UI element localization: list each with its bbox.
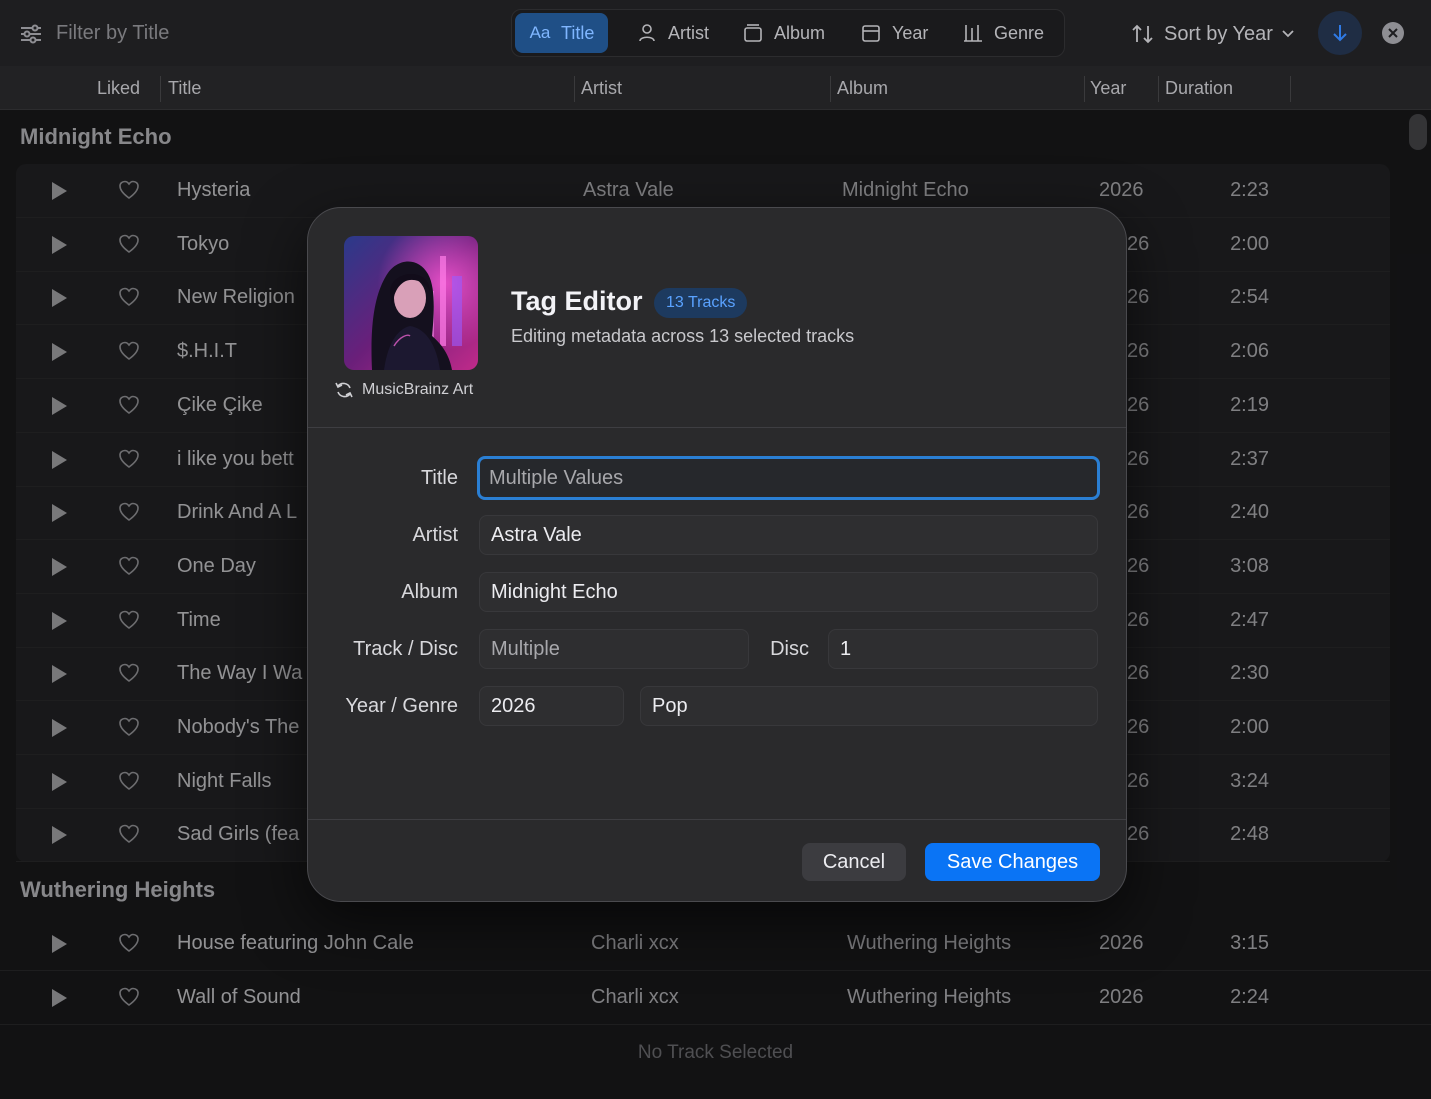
disc-number-field[interactable] <box>828 629 1098 669</box>
artist-field[interactable] <box>479 515 1098 555</box>
text-format-icon: Aa <box>529 23 551 42</box>
segment-genre-label: Genre <box>994 22 1045 43</box>
chevron-down-icon <box>1282 30 1294 38</box>
column-album[interactable]: Album <box>837 78 888 99</box>
genre-icon <box>964 25 982 42</box>
album-artwork[interactable] <box>344 236 478 370</box>
dialog-subtitle: Editing metadata across 13 selected trac… <box>511 326 855 346</box>
artist-label: Artist <box>412 524 458 546</box>
filter-field-segmented-control: Aa Title Artist Album Year Genre <box>511 9 1065 57</box>
sort-menu-button[interactable]: Sort by Year <box>1130 18 1295 50</box>
sort-arrows-icon <box>1132 24 1153 44</box>
dialog-title: Tag Editor <box>511 286 643 316</box>
disc-label: Disc <box>770 638 809 660</box>
arrow-down-icon <box>1333 25 1347 42</box>
filter-icon <box>21 24 41 44</box>
year-field[interactable] <box>479 686 624 726</box>
segment-album[interactable]: Album <box>728 13 839 53</box>
sort-label: Sort by Year <box>1164 22 1273 45</box>
segment-artist[interactable]: Artist <box>622 13 723 53</box>
album-artwork-image <box>344 236 478 370</box>
person-icon <box>639 24 655 42</box>
cancel-button[interactable]: Cancel <box>802 843 906 881</box>
title-field[interactable] <box>477 456 1100 500</box>
segment-title[interactable]: Aa Title <box>515 13 609 53</box>
column-title[interactable]: Title <box>168 78 201 99</box>
calendar-icon <box>862 25 880 42</box>
column-year[interactable]: Year <box>1090 78 1126 99</box>
tag-editor-dialog: MusicBrainz Art Tag Editor 13 Tracks Edi… <box>307 207 1127 902</box>
segment-title-label: Title <box>561 22 595 43</box>
dialog-footer-divider <box>308 819 1126 820</box>
genre-field[interactable] <box>640 686 1098 726</box>
clear-filter-button[interactable] <box>1382 22 1404 44</box>
segment-artist-label: Artist <box>668 22 710 43</box>
segment-year-label: Year <box>892 22 929 43</box>
column-duration[interactable]: Duration <box>1165 78 1233 99</box>
year-genre-label: Year / Genre <box>345 695 458 717</box>
musicbrainz-art-button[interactable]: MusicBrainz Art <box>334 380 473 400</box>
track-count-badge: 13 Tracks <box>654 288 748 318</box>
dialog-divider <box>308 427 1126 428</box>
toolbar: Aa Title Artist Album Year Genre Sort by… <box>0 0 1431 66</box>
album-field[interactable] <box>479 572 1098 612</box>
segment-album-label: Album <box>774 22 826 43</box>
album-label: Album <box>401 581 458 603</box>
track-disc-label: Track / Disc <box>353 638 458 660</box>
column-artist[interactable]: Artist <box>581 78 622 99</box>
save-changes-button[interactable]: Save Changes <box>925 843 1100 881</box>
album-icon <box>744 24 762 42</box>
filter-input[interactable] <box>56 18 456 48</box>
close-icon <box>1388 28 1398 38</box>
art-caption-label: MusicBrainz Art <box>362 381 474 398</box>
segment-year[interactable]: Year <box>846 13 942 53</box>
refresh-icon <box>335 382 353 398</box>
title-label: Title <box>420 467 458 489</box>
segment-genre[interactable]: Genre <box>948 13 1058 53</box>
column-liked[interactable]: Liked <box>97 78 140 99</box>
sort-direction-button[interactable] <box>1318 11 1362 55</box>
column-header: Liked Title Artist Album Year Duration <box>0 66 1431 110</box>
